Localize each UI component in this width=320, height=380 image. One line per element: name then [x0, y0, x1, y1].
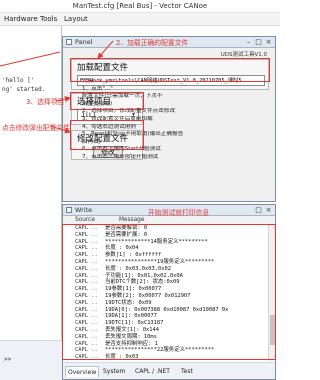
maximize-icon[interactable]: □	[254, 206, 263, 214]
left-log-line: 'hello ['	[2, 77, 35, 84]
annotation-load-config: 2、加载正确的配置文件	[116, 39, 189, 47]
menu-item-hardware[interactable]: Hardware	[4, 13, 38, 26]
close-icon[interactable]: ×	[264, 38, 273, 46]
menu-item-tools[interactable]: Tools	[40, 13, 57, 26]
annotation-click-modify: 点击修改弹出配置文件	[2, 124, 70, 132]
tab-test[interactable]: Test	[179, 366, 195, 377]
tab-system[interactable]: System	[101, 366, 127, 377]
minimize-icon[interactable]: –	[244, 38, 253, 46]
highlight-select-project	[70, 92, 144, 110]
tool-version: UDS测试工具V1.0	[220, 52, 267, 58]
write-title: Write	[75, 206, 93, 214]
annotation-select-project: 3、选择项目	[26, 98, 65, 106]
panel-window-icon	[66, 39, 72, 45]
instruction-line: 7、点击右三角形按钮开始测试	[82, 153, 159, 160]
highlight-load-config	[70, 58, 270, 82]
left-log-line: ng' started.	[2, 86, 46, 93]
panel-title: Panel	[75, 38, 93, 46]
tab-capl-net[interactable]: CAPL / .NET	[133, 366, 172, 377]
highlight-modify-config	[70, 120, 144, 150]
close-icon[interactable]: ×	[264, 206, 273, 214]
menu-item-layout[interactable]: Layout	[64, 13, 88, 26]
tab-overview[interactable]: Overview	[65, 366, 100, 377]
maximize-icon[interactable]: □	[254, 38, 263, 46]
menu-bar: Hardware Tools Layout	[0, 13, 280, 26]
write-window-icon	[66, 207, 72, 213]
left-bottom-marker[interactable]: >>	[4, 356, 11, 363]
window-title: ManTest.cfg [Real Bus] - Vector CANoe	[0, 0, 280, 13]
annotation-test-log: 开始测试就打印信息	[148, 209, 210, 217]
write-tab-bar: Overview System CAPL / .NET Test	[63, 362, 275, 379]
highlight-write-log	[62, 224, 276, 360]
